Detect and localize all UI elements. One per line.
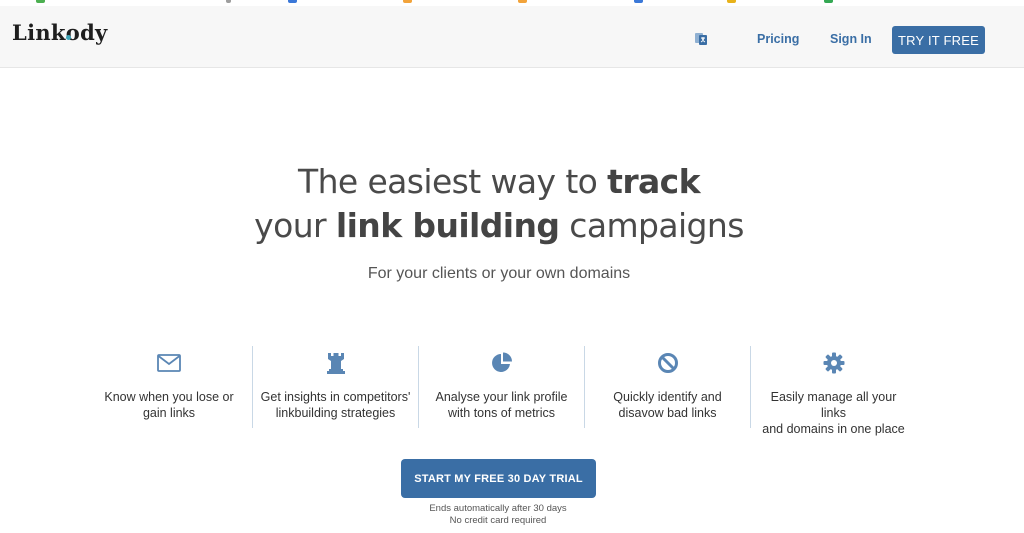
feature-line: Know when you lose or [104, 390, 234, 404]
bookmark-icon[interactable] [824, 0, 833, 3]
gear-icon [822, 352, 846, 374]
hero-text: your [254, 206, 336, 245]
feature-line: and domains in one place [762, 422, 905, 436]
feature-line: linkbuilding strategies [275, 406, 396, 420]
trial-note-no-card: No credit card required [449, 515, 547, 526]
pie-chart-icon [490, 352, 514, 374]
hero-emphasis: track [607, 162, 700, 201]
try-it-free-button[interactable]: TRY IT FREE [892, 26, 985, 54]
hero-text: campaigns [559, 206, 744, 245]
bookmark-icon[interactable] [727, 0, 736, 3]
nav-sign-in-link[interactable]: Sign In [830, 32, 872, 46]
nav-pricing-link[interactable]: Pricing [757, 32, 799, 46]
bookmark-icon[interactable] [403, 0, 412, 3]
feature-item: Know when you lose or gain links [86, 346, 252, 428]
feature-line: with tons of metrics [448, 406, 555, 420]
feature-text: Get insights in competitors' linkbuilding… [253, 389, 418, 421]
envelope-icon [157, 352, 181, 374]
bookmark-icon[interactable] [634, 0, 643, 3]
feature-text: Quickly identify and disavow bad links [585, 389, 750, 421]
feature-item: Easily manage all your links and domains … [750, 346, 916, 436]
hero-text: The easiest way to [298, 162, 608, 201]
logo-text: Linkody [12, 20, 108, 45]
start-free-trial-button[interactable]: START MY FREE 30 DAY TRIAL [401, 459, 596, 498]
feature-line: gain links [142, 406, 196, 420]
hero-emphasis: link building [335, 206, 560, 245]
feature-line: disavow bad links [618, 406, 717, 420]
translate-icon[interactable] [694, 32, 708, 46]
feature-line: Get insights in competitors' [260, 390, 411, 404]
ban-icon [656, 352, 680, 374]
feature-item: Analyse your link profile with tons of me… [418, 346, 584, 428]
feature-list: Know when you lose or gain links Get insi… [86, 346, 916, 436]
feature-line: Analyse your link profile [435, 390, 568, 404]
bookmark-icon[interactable] [226, 0, 231, 3]
linkody-logo[interactable]: Linkody [12, 20, 108, 45]
hero-headline-line2: your link building campaigns [0, 206, 998, 245]
rook-icon [324, 352, 348, 374]
bookmark-bar [0, 0, 1024, 4]
bookmark-icon[interactable] [288, 0, 297, 3]
feature-text: Easily manage all your links and domains … [751, 389, 916, 437]
feature-text: Analyse your link profile with tons of me… [419, 389, 584, 421]
feature-item: Quickly identify and disavow bad links [584, 346, 750, 428]
logo-dot [66, 35, 71, 40]
feature-line: Quickly identify and [613, 390, 722, 404]
hero-subtitle: For your clients or your own domains [367, 265, 631, 282]
feature-line: Easily manage all your links [770, 390, 897, 420]
bookmark-icon[interactable] [36, 0, 45, 3]
bookmark-icon[interactable] [518, 0, 527, 3]
hero-headline-line1: The easiest way to track [0, 162, 998, 201]
feature-item: Get insights in competitors' linkbuilding… [252, 346, 418, 428]
trial-note-auto-end: Ends automatically after 30 days [429, 503, 567, 514]
site-header: Linkody Pricing Sign In TRY IT FREE [0, 6, 1024, 68]
feature-text: Know when you lose or gain links [86, 389, 252, 421]
